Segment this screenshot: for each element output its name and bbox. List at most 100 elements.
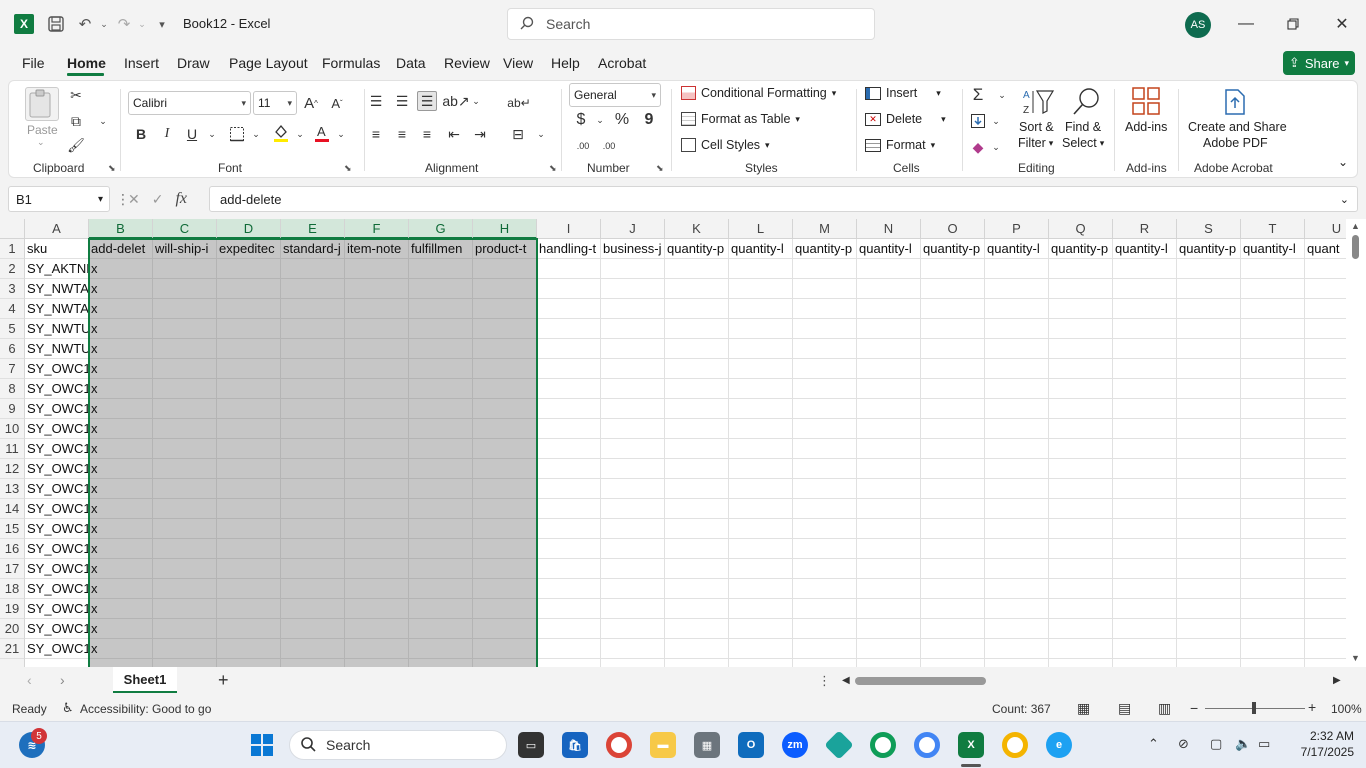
cell-j21[interactable] [601, 639, 665, 659]
cell-t18[interactable] [1241, 579, 1305, 599]
cell-d10[interactable] [217, 419, 281, 439]
cell-k17[interactable] [665, 559, 729, 579]
cell-l8[interactable] [729, 379, 793, 399]
undo-icon[interactable]: ↶ [75, 14, 95, 34]
cell-h15[interactable] [473, 519, 537, 539]
decrease-indent-icon[interactable]: ⇤ [444, 124, 464, 144]
cell-k4[interactable] [665, 299, 729, 319]
cell-s9[interactable] [1177, 399, 1241, 419]
cell-b14[interactable]: x [89, 499, 153, 519]
cell-a20[interactable]: SY_OWC1 [25, 619, 89, 639]
cell-h3[interactable] [473, 279, 537, 299]
cell-t12[interactable] [1241, 459, 1305, 479]
bold-button[interactable]: B [131, 124, 151, 144]
cell-s6[interactable] [1177, 339, 1241, 359]
sort-filter-icon[interactable]: AZ [1021, 85, 1055, 119]
cell-g18[interactable] [409, 579, 473, 599]
clock[interactable]: 2:32 AM 7/17/2025 [1284, 728, 1354, 760]
cell-e21[interactable] [281, 639, 345, 659]
cell-s17[interactable] [1177, 559, 1241, 579]
cell-n9[interactable] [857, 399, 921, 419]
scroll-down-icon[interactable]: ▼ [1351, 653, 1360, 663]
cell-f3[interactable] [345, 279, 409, 299]
battery-icon[interactable]: ▭ [1258, 736, 1270, 752]
cell-q17[interactable] [1049, 559, 1113, 579]
cell-d11[interactable] [217, 439, 281, 459]
cell-g19[interactable] [409, 599, 473, 619]
cell-g21[interactable] [409, 639, 473, 659]
cell-s10[interactable] [1177, 419, 1241, 439]
percent-button[interactable]: % [612, 110, 632, 130]
cell-p11[interactable] [985, 439, 1049, 459]
cell-f19[interactable] [345, 599, 409, 619]
cell-h7[interactable] [473, 359, 537, 379]
cell-b16[interactable]: x [89, 539, 153, 559]
cell-k20[interactable] [665, 619, 729, 639]
cell-o19[interactable] [921, 599, 985, 619]
cell-d3[interactable] [217, 279, 281, 299]
cell-p9[interactable] [985, 399, 1049, 419]
save-icon[interactable] [46, 14, 66, 34]
cell-s7[interactable] [1177, 359, 1241, 379]
cell-s1[interactable]: quantity-p [1177, 239, 1241, 259]
cell-t16[interactable] [1241, 539, 1305, 559]
cell-n1[interactable]: quantity-l [857, 239, 921, 259]
row-header-6[interactable]: 6 [0, 339, 25, 359]
cell-o20[interactable] [921, 619, 985, 639]
cell-h21[interactable] [473, 639, 537, 659]
cell-j10[interactable] [601, 419, 665, 439]
cell-o1[interactable]: quantity-p [921, 239, 985, 259]
fill-dropdown-icon[interactable]: ⌄ [986, 111, 1006, 131]
cell-a9[interactable]: SY_OWC1 [25, 399, 89, 419]
cell-p8[interactable] [985, 379, 1049, 399]
insert-function-icon[interactable]: fx [175, 190, 187, 208]
cell-c21[interactable] [153, 639, 217, 659]
orientation-dropdown-icon[interactable]: ⌄ [466, 91, 486, 111]
start-icon[interactable] [249, 732, 275, 758]
adobe-pdf-icon[interactable] [1221, 87, 1249, 117]
cell-m18[interactable] [793, 579, 857, 599]
font-size-combo[interactable]: 11 ▾ [253, 91, 297, 115]
cell-r13[interactable] [1113, 479, 1177, 499]
cell-i5[interactable] [537, 319, 601, 339]
cell-k18[interactable] [665, 579, 729, 599]
restore-icon[interactable] [1281, 12, 1305, 36]
cell-f14[interactable] [345, 499, 409, 519]
cell-g9[interactable] [409, 399, 473, 419]
cell-c16[interactable] [153, 539, 217, 559]
row-header-18[interactable]: 18 [0, 579, 25, 599]
cell-c2[interactable] [153, 259, 217, 279]
row-header-17[interactable]: 17 [0, 559, 25, 579]
horizontal-scroll-thumb[interactable] [855, 677, 986, 685]
cell-a6[interactable]: SY_NWTU [25, 339, 89, 359]
chrome-profile-icon[interactable] [914, 732, 940, 758]
row-header-7[interactable]: 7 [0, 359, 25, 379]
cell-k6[interactable] [665, 339, 729, 359]
number-launcher-icon[interactable]: ⬊ [656, 163, 664, 174]
add-ins-icon[interactable] [1130, 85, 1162, 117]
cell-r10[interactable] [1113, 419, 1177, 439]
cell-s15[interactable] [1177, 519, 1241, 539]
autosum-dropdown-icon[interactable]: ⌄ [992, 85, 1012, 105]
cell-a14[interactable]: SY_OWC1 [25, 499, 89, 519]
cell-h19[interactable] [473, 599, 537, 619]
tab-page-layout[interactable]: Page Layout [229, 55, 308, 71]
sort-filter-label[interactable]: Sort & [1019, 120, 1054, 134]
cell-s11[interactable] [1177, 439, 1241, 459]
cell-b6[interactable]: x [89, 339, 153, 359]
cell-j12[interactable] [601, 459, 665, 479]
currency-button[interactable]: $ [571, 110, 591, 130]
page-layout-view-icon[interactable]: ▤ [1118, 700, 1131, 717]
cell-b13[interactable]: x [89, 479, 153, 499]
cell-g13[interactable] [409, 479, 473, 499]
cell-i14[interactable] [537, 499, 601, 519]
cell-g3[interactable] [409, 279, 473, 299]
name-box[interactable]: B1 ▾ [8, 186, 110, 212]
cell-partial[interactable] [89, 659, 153, 667]
cell-l15[interactable] [729, 519, 793, 539]
cell-c9[interactable] [153, 399, 217, 419]
cell-h1[interactable]: product-t [473, 239, 537, 259]
cell-o21[interactable] [921, 639, 985, 659]
cell-p5[interactable] [985, 319, 1049, 339]
cell-g8[interactable] [409, 379, 473, 399]
